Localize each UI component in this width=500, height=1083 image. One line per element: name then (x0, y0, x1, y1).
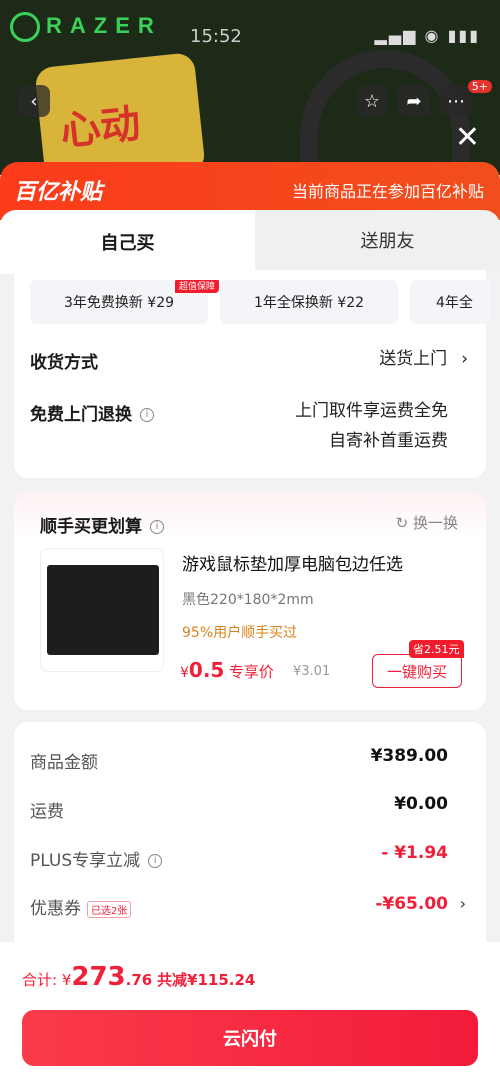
status-icons: ▂▄▆ ◉ ▮▮▮ (374, 26, 480, 45)
back-button[interactable]: ‹ (18, 85, 50, 117)
delivery-label: 收货方式 (30, 353, 98, 373)
chevron-right-icon: › (461, 349, 468, 369)
total-integer: 273 (71, 962, 126, 992)
close-icon[interactable]: ✕ (455, 120, 480, 155)
subsidy-logo: 百亿补贴 (14, 180, 103, 205)
total-decimal: .76 (125, 971, 153, 989)
returns-value-line1: 上门取件享运费全免 (295, 401, 448, 421)
coupon-value[interactable]: -¥65.00 (375, 894, 448, 914)
service-options: 3年免费换新 ¥29 超值保障 1年全保换新 ¥22 4年全 (30, 280, 490, 326)
shipping-value: ¥0.00 (394, 794, 448, 814)
coupon-label: 优惠券 已选2张 (30, 894, 132, 919)
returns-label-text: 免费上门退换 (30, 405, 132, 425)
checkout-bar: 合计: ¥273.76 共减¥115.24 云闪付 (0, 942, 500, 1083)
returns-value: 上门取件享运费全免 自寄补首重运费 (295, 396, 448, 456)
info-icon[interactable]: i (140, 408, 154, 422)
service-option-label: 3年免费换新 ¥29 (63, 295, 175, 311)
shipping-label: 运费 (30, 802, 64, 822)
addon-original-price: ¥3.01 (293, 664, 331, 679)
purchase-tabs: 送朋友 自己买 (0, 210, 500, 274)
addon-title-text: 顺手买更划算 (40, 517, 142, 537)
delivery-value-text: 送货上门 (379, 349, 448, 369)
addon-product-name[interactable]: 游戏鼠标垫加厚电脑包边任选 (182, 550, 403, 575)
pay-button[interactable]: 云闪付 (22, 1010, 478, 1066)
delivery-value[interactable]: 送货上门 › (379, 344, 468, 374)
returns-value-line2: 自寄补首重运费 (329, 431, 448, 451)
addon-price-value: 0.5 (188, 658, 225, 682)
tab-send-friend[interactable]: 送朋友 (245, 210, 500, 270)
plus-discount-text: PLUS专享立减 (30, 851, 141, 871)
addon-product-popularity: 95%用户顺手买过 (182, 625, 298, 641)
swap-button[interactable]: ↻ 换一换 (396, 512, 458, 533)
plus-discount-label: PLUS专享立减 i (30, 846, 163, 871)
total-prefix: 合计: ¥ (22, 971, 72, 989)
status-time: 15:52 (190, 26, 242, 47)
total-reduce: 共减¥115.24 (157, 971, 256, 989)
chevron-right-icon[interactable]: › (460, 894, 466, 913)
addon-price-note: 专享价 (228, 663, 274, 681)
tab-buy-self[interactable]: 自己买 (0, 210, 255, 274)
info-icon[interactable]: i (150, 520, 164, 534)
total-amount: 合计: ¥273.76 共减¥115.24 (22, 962, 255, 992)
brand-logo: RAZER (10, 12, 162, 42)
price-summary-card: 商品金额 ¥389.00 运费 ¥0.00 PLUS专享立减 i - ¥1.94 … (14, 722, 486, 962)
brand-name: RAZER (46, 12, 162, 38)
more-badge: 5+ (467, 80, 492, 93)
currency-symbol: ¥ (180, 665, 189, 681)
addon-title: 顺手买更划算 i (40, 512, 164, 537)
background-product-page: 心动 RAZER 15:52 ▂▄▆ ◉ ▮▮▮ ‹ ☆ ➦ ⋯ 5+ ✕ (0, 0, 500, 175)
service-option-label: 4年全 (436, 295, 473, 311)
promo-text: 心动 (58, 100, 143, 156)
refresh-icon: ↻ (395, 514, 409, 532)
save-tag: 省2.51元 (409, 640, 464, 658)
mousepad-image (47, 565, 159, 655)
addon-product-spec: 黑色220*180*2mm (182, 592, 314, 608)
share-button[interactable]: ➦ (398, 85, 430, 117)
subsidy-note: 当前商品正在参加百亿补贴 (291, 182, 484, 201)
coupon-selected-tag: 已选2张 (87, 900, 132, 918)
info-icon[interactable]: i (148, 854, 163, 868)
goods-amount-value: ¥389.00 (370, 746, 448, 766)
addon-price: ¥0.5 专享价 (180, 658, 274, 682)
razer-icon (10, 12, 40, 42)
swap-label: 换一换 (412, 514, 458, 532)
goods-amount-label: 商品金额 (30, 753, 98, 773)
plus-discount-value: - ¥1.94 (381, 843, 448, 863)
more-button[interactable]: ⋯ (440, 85, 472, 117)
service-option-4yr[interactable]: 4年全 (410, 280, 490, 324)
one-click-buy-button[interactable]: 一键购买 (372, 654, 462, 688)
tab-self-label: 自己买 (100, 233, 155, 254)
addon-product-image[interactable] (40, 548, 164, 672)
order-options-card: 3年免费换新 ¥29 超值保障 1年全保换新 ¥22 4年全 收货方式 送货上门… (14, 270, 490, 478)
favorite-button[interactable]: ☆ (356, 85, 388, 117)
returns-label: 免费上门退换 i (30, 400, 154, 425)
tab-friend-label: 送朋友 (360, 231, 415, 252)
coupon-label-text: 优惠券 (30, 899, 81, 919)
addon-card: 顺手买更划算 i ↻ 换一换 游戏鼠标垫加厚电脑包边任选 黑色220*180*2m… (14, 492, 486, 710)
service-option-label: 1年全保换新 ¥22 (253, 295, 365, 311)
service-option-1yr[interactable]: 1年全保换新 ¥22 (220, 280, 398, 324)
service-tag: 超值保障 (175, 280, 220, 293)
